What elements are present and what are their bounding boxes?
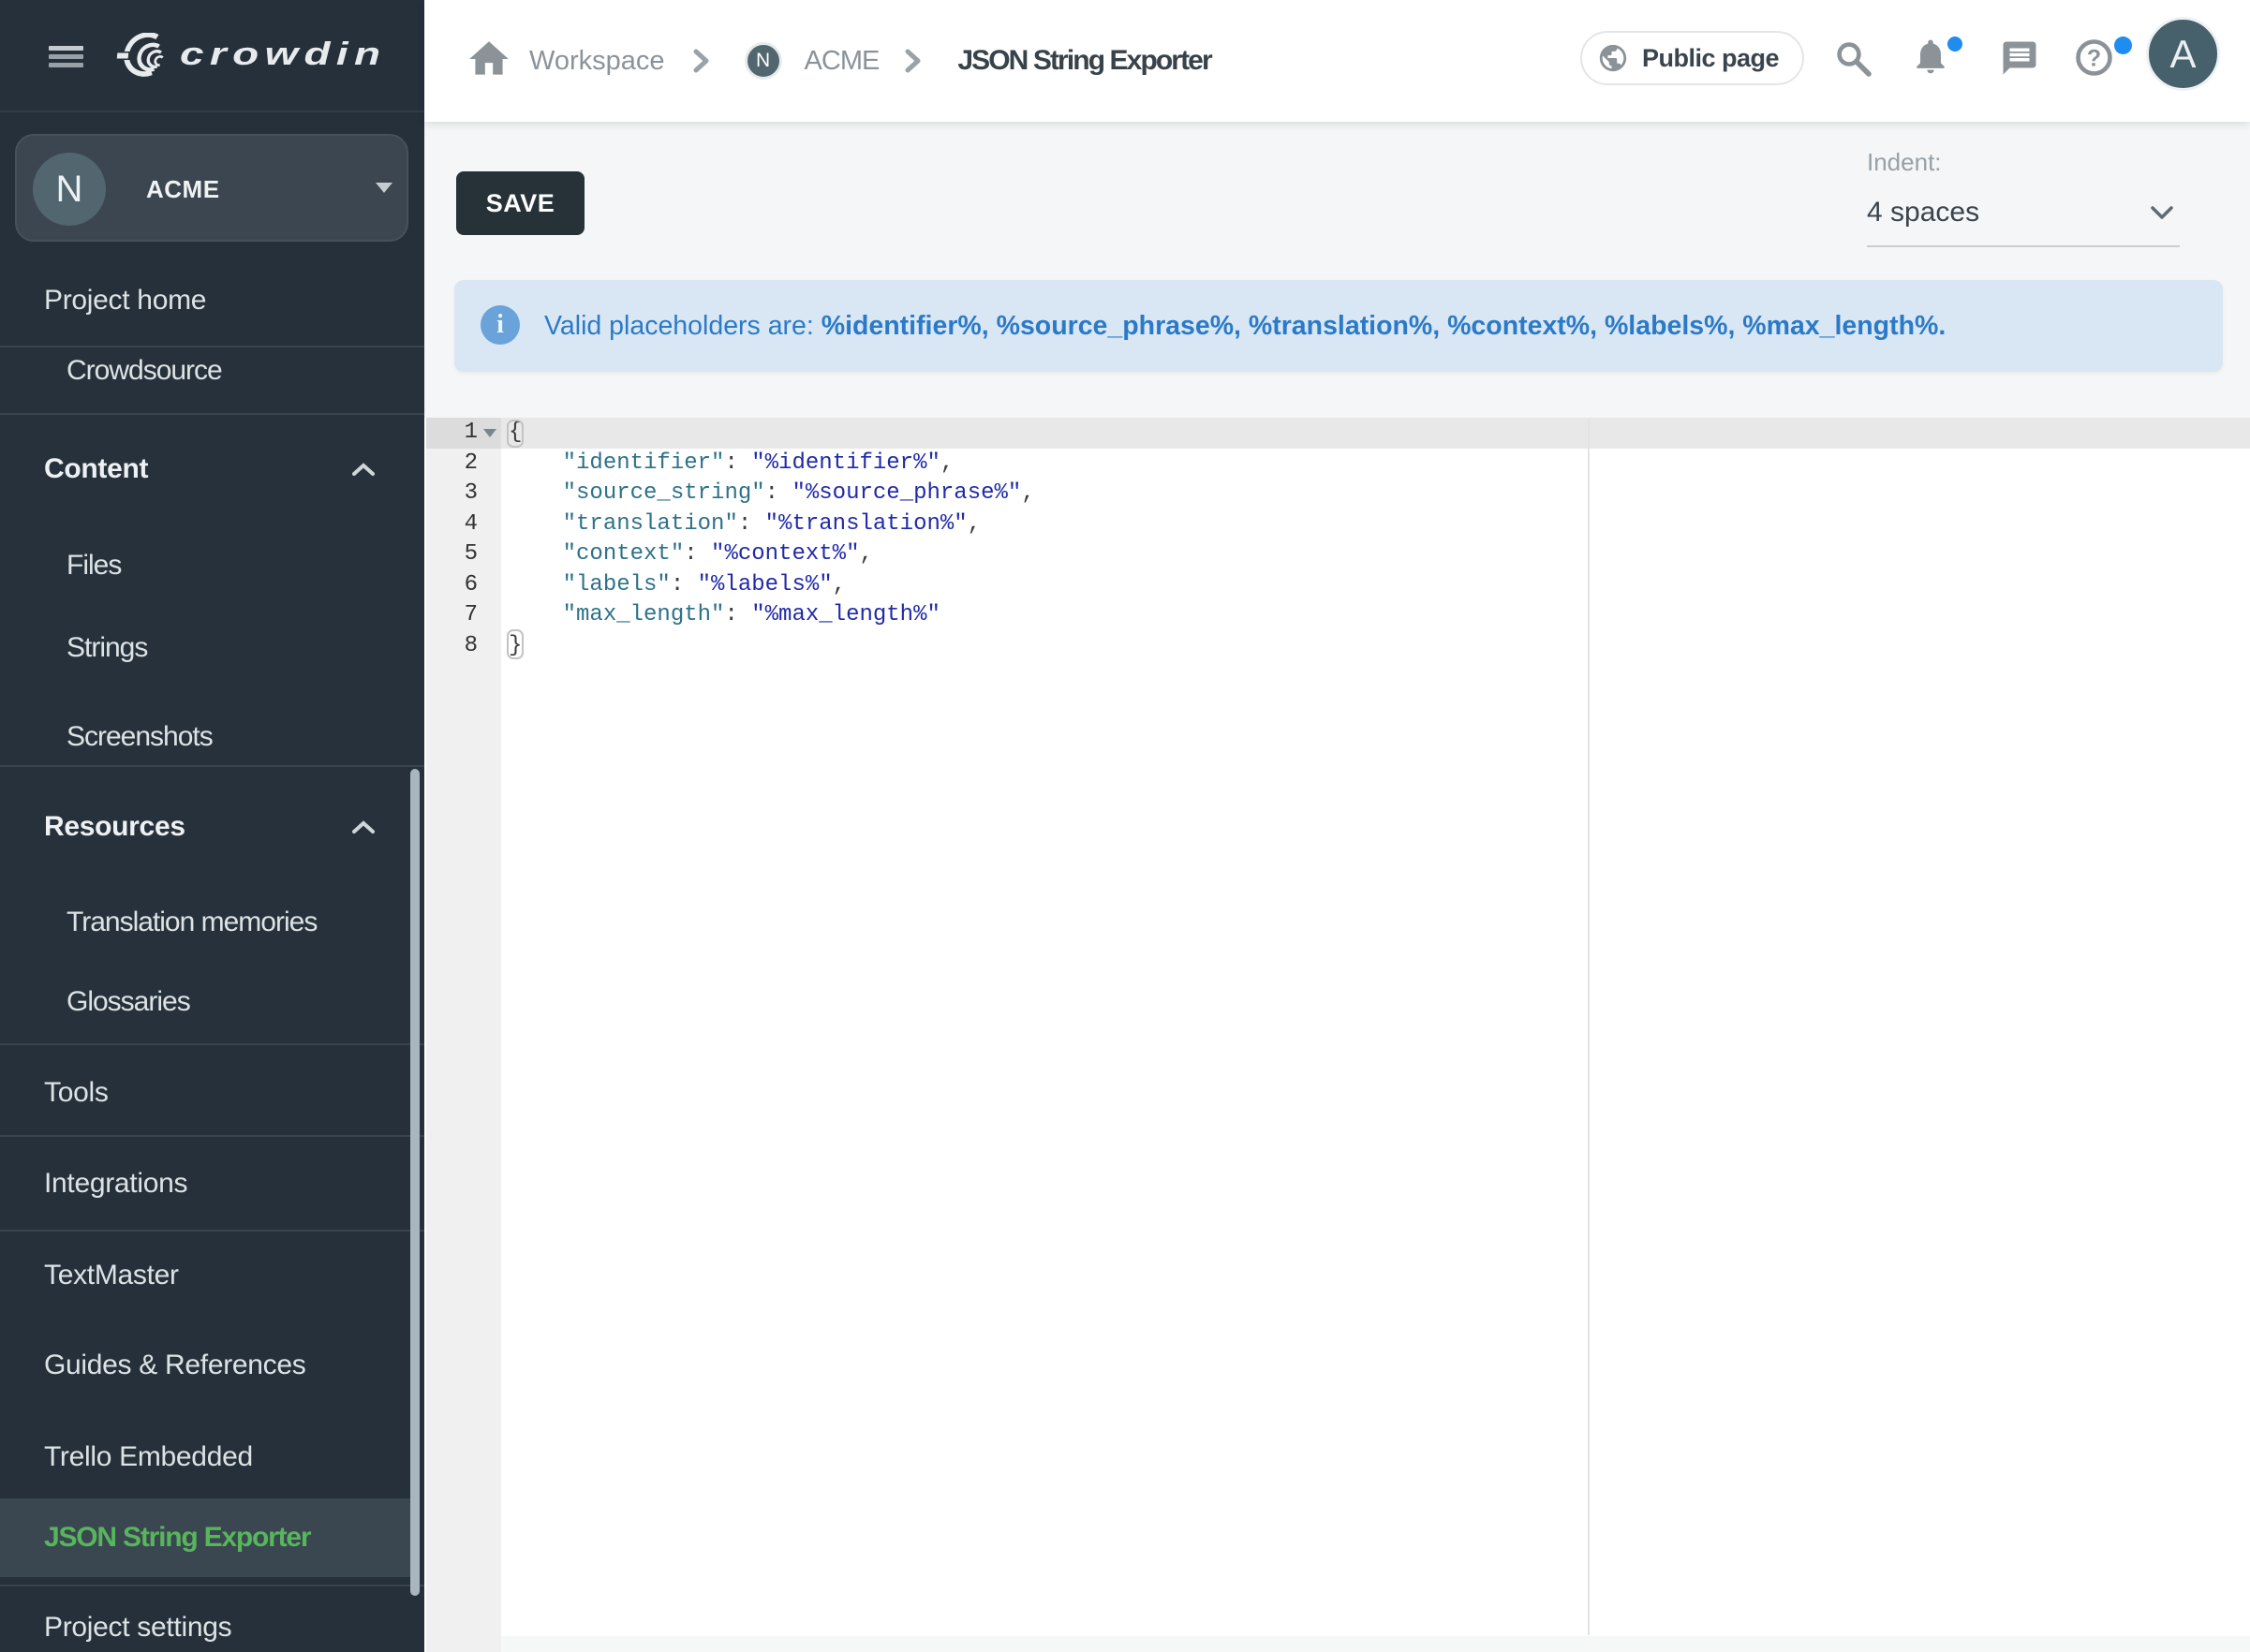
svg-text:?: ?: [2087, 46, 2101, 72]
